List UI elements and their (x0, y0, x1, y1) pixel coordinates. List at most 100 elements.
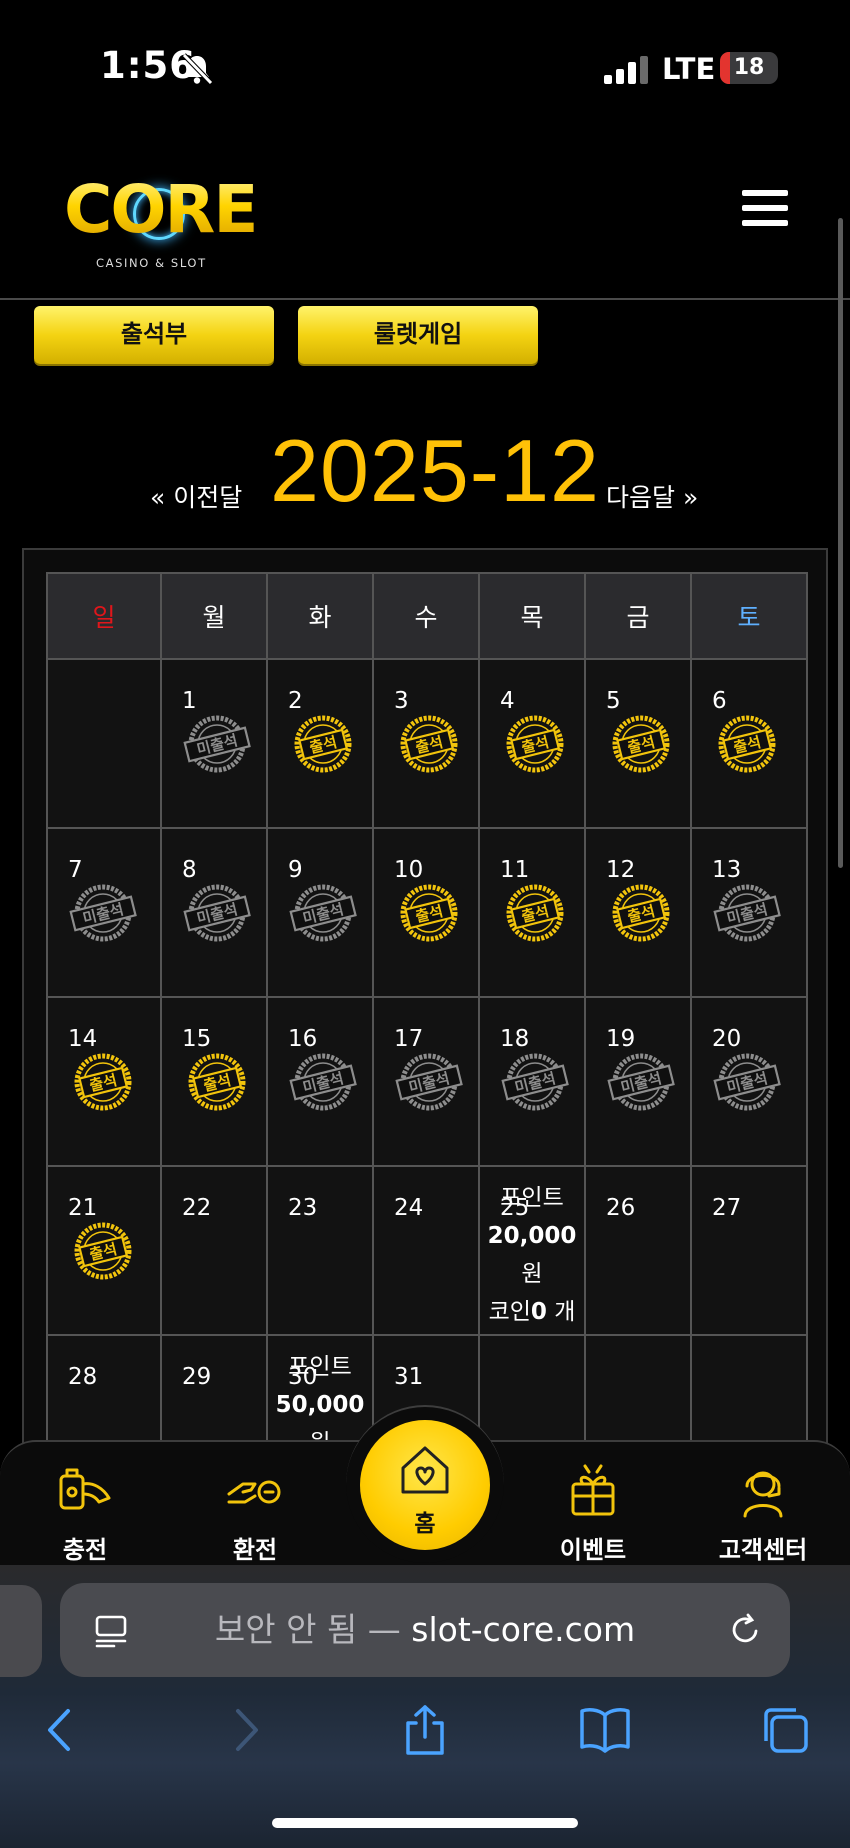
hamburger-menu-icon[interactable] (742, 190, 788, 230)
wallet-icon (59, 1468, 111, 1510)
day-number: 20 (712, 1026, 742, 1052)
tabs-icon[interactable] (758, 1703, 812, 1757)
attendance-stamp-absent: 미출석 (289, 1053, 357, 1111)
calendar-day-cell: 1 미출석 (160, 658, 268, 829)
calendar-day-cell: 18 미출석 (478, 996, 586, 1167)
day-number: 28 (68, 1364, 98, 1390)
day-number: 11 (500, 857, 530, 883)
url-text[interactable]: 보안 안 됨 — slot-core.com (60, 1583, 790, 1677)
status-bar: 1:56 LTE 18 (0, 0, 850, 120)
attendance-stamp-absent: 미출석 (713, 884, 781, 942)
calendar-day-cell: 13 미출석 (690, 827, 808, 998)
logo-subtitle: CASINO & SLOT (96, 256, 207, 270)
attendance-stamp-absent: 미출석 (713, 1053, 781, 1111)
home-button[interactable]: 홈 (360, 1420, 490, 1550)
calendar-day-cell: 2 출석 (266, 658, 374, 829)
calendar-day-cell: 5 출석 (584, 658, 692, 829)
day-number: 18 (500, 1026, 530, 1052)
calendar-week-row: 1 미출석 2 출석 3 출석 4 출석 5 출석 6 출석 (46, 658, 808, 829)
nav-deposit[interactable]: 충전 (25, 1462, 145, 1565)
calendar-day-cell: 16 미출석 (266, 996, 374, 1167)
day-number: 12 (606, 857, 636, 883)
calendar-day-cell: 24 (372, 1165, 480, 1336)
coin-label: 코인 (488, 1299, 531, 1325)
day-number: 19 (606, 1026, 636, 1052)
attendance-stamp-absent: 미출석 (183, 715, 251, 773)
day-number: 8 (182, 857, 197, 883)
attendance-stamp-absent: 미출석 (395, 1053, 463, 1111)
calendar-day-cell: 20 미출석 (690, 996, 808, 1167)
back-icon[interactable] (34, 1703, 88, 1757)
day-number: 16 (288, 1026, 318, 1052)
attendance-stamp-present: 출석 (612, 884, 670, 942)
attendance-stamp-present: 출석 (506, 715, 564, 773)
day-number: 21 (68, 1195, 98, 1221)
forward-icon[interactable] (218, 1703, 272, 1757)
bookmarks-icon[interactable] (578, 1703, 632, 1757)
day-number: 3 (394, 688, 409, 714)
day-number: 15 (182, 1026, 212, 1052)
calendar-day-cell: 25 포인트 20,000 원 코인0 개 (478, 1165, 586, 1336)
attendance-stamp-present: 출석 (294, 715, 352, 773)
day-number: 9 (288, 857, 303, 883)
nav-support[interactable]: 고객센터 (703, 1462, 823, 1565)
day-number: 1 (182, 688, 197, 714)
page-scrollbar[interactable] (838, 218, 843, 868)
headset-support-icon (743, 1471, 783, 1518)
calendar-body: 1 미출석 2 출석 3 출석 4 출석 5 출석 6 출석 7 미출석 8 미출석 9 미출석 10 출석 11 출석 1… (46, 658, 808, 1505)
calendar-day-cell: 6 출석 (690, 658, 808, 829)
calendar-day-cell: 22 (160, 1165, 268, 1336)
attendance-stamp-absent: 미출석 (501, 1053, 569, 1111)
nav-withdraw[interactable]: 환전 (195, 1462, 315, 1565)
attendance-stamp-absent: 미출석 (183, 884, 251, 942)
home-indicator (272, 1818, 578, 1828)
attendance-button[interactable]: 출석부 (34, 306, 274, 364)
url-domain: slot-core.com (411, 1610, 636, 1649)
day-number: 2 (288, 688, 303, 714)
day-number: 24 (394, 1195, 424, 1221)
day-number: 10 (394, 857, 424, 883)
previous-tab-peek[interactable] (0, 1585, 42, 1677)
point-reward: 포인트 20,000 원 코인0 개 (480, 1179, 584, 1331)
calendar-day-cell: 9 미출석 (266, 827, 374, 998)
weekday-header: 목 (478, 572, 586, 660)
next-month-link[interactable]: 다음달 » (606, 478, 698, 514)
site-header: CORE CASINO & SLOT (0, 150, 850, 300)
cellular-signal-icon (604, 56, 648, 84)
nav-withdraw-label: 환전 (232, 1536, 278, 1564)
gift-icon (571, 1464, 615, 1516)
core-logo[interactable]: CORE CASINO & SLOT (64, 170, 264, 270)
address-bar[interactable]: 보안 안 됨 — slot-core.com (60, 1583, 790, 1677)
attendance-stamp-absent: 미출석 (607, 1053, 675, 1111)
attendance-stamp-absent: 미출석 (69, 884, 137, 942)
nav-event-label: 이벤트 (559, 1536, 627, 1564)
day-number: 23 (288, 1195, 318, 1221)
calendar-day-cell: 27 (690, 1165, 808, 1336)
weekday-header: 월 (160, 572, 268, 660)
day-number: 27 (712, 1195, 742, 1221)
attendance-stamp-present: 출석 (612, 715, 670, 773)
reload-icon[interactable] (726, 1611, 764, 1649)
attendance-stamp-present: 출석 (400, 715, 458, 773)
attendance-stamp-present: 출석 (400, 884, 458, 942)
coin-unit: 개 (554, 1299, 576, 1325)
calendar-empty-cell (46, 658, 162, 829)
roulette-game-button[interactable]: 룰렛게임 (298, 306, 538, 364)
day-number: 26 (606, 1195, 636, 1221)
weekday-header: 토 (690, 572, 808, 660)
prev-month-link[interactable]: « 이전달 (150, 478, 242, 514)
page-root: 1:56 LTE 18 CORE CASINO & SLOT 출석부 룰렛게임 … (0, 0, 850, 1848)
day-number: 5 (606, 688, 621, 714)
share-icon[interactable] (398, 1703, 452, 1757)
attendance-stamp-present: 출석 (74, 1222, 132, 1280)
reward-label: 포인트 (288, 1354, 352, 1380)
day-number: 17 (394, 1026, 424, 1052)
calendar-table: 일월화수목금토 1 미출석 2 출석 3 출석 4 출석 5 출석 6 출석 7 미출석 8 미출석 9 미출석 1… (46, 572, 808, 1505)
weekday-header: 수 (372, 572, 480, 660)
attendance-stamp-present: 출석 (188, 1053, 246, 1111)
exchange-hand-icon (227, 1480, 281, 1504)
insecure-label: 보안 안 됨 — (214, 1610, 412, 1649)
logo-wordmark: CORE (64, 171, 258, 248)
bell-muted-icon (182, 53, 213, 85)
nav-event[interactable]: 이벤트 (533, 1462, 653, 1565)
